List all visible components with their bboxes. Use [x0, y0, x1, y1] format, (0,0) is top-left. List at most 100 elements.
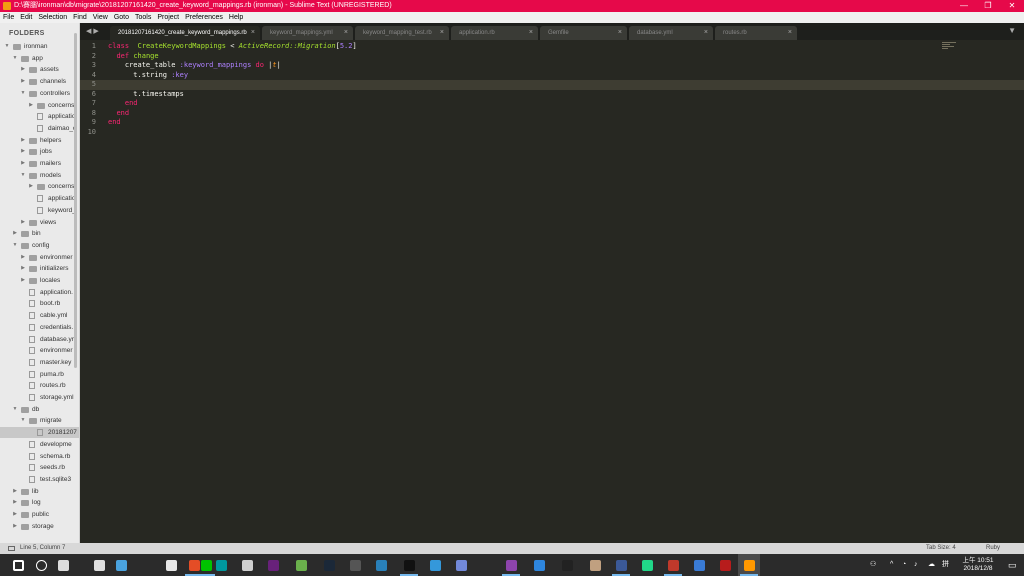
rider-icon[interactable]	[662, 554, 684, 576]
tab-close-icon[interactable]: ×	[618, 26, 622, 40]
file-item[interactable]: developme	[0, 439, 79, 450]
people-icon[interactable]: ⚇	[870, 554, 876, 576]
tab-close-icon[interactable]: ×	[529, 26, 533, 40]
search-icon[interactable]	[30, 554, 52, 576]
menu-preferences[interactable]: Preferences	[182, 12, 226, 23]
menu-help[interactable]: Help	[226, 12, 246, 23]
tab-close-icon[interactable]: ×	[788, 26, 792, 40]
sidebar-scrollbar[interactable]	[74, 33, 77, 368]
file-item[interactable]: boot.rb	[0, 298, 79, 309]
expanded-arrow-icon[interactable]: ▼	[20, 170, 26, 181]
folder-item[interactable]: ▶ concerns	[0, 100, 79, 111]
pycharm-icon[interactable]	[636, 554, 658, 576]
file-item[interactable]: cable.yml	[0, 310, 79, 321]
folder-item[interactable]: ▼ models	[0, 170, 79, 181]
network-icon[interactable]: ◔	[902, 554, 906, 576]
tab-nav-arrows[interactable]: ◀ ▶	[80, 23, 110, 40]
folder-item[interactable]: ▶ locales	[0, 275, 79, 286]
collapsed-arrow-icon[interactable]: ▶	[20, 64, 26, 75]
app-blue-icon[interactable]	[528, 554, 550, 576]
folder-item[interactable]: ▶ initializers	[0, 263, 79, 274]
file-item[interactable]: credentials.	[0, 322, 79, 333]
menu-tools[interactable]: Tools	[132, 12, 154, 23]
folder-item[interactable]: ▼ config	[0, 240, 79, 251]
task-view-icon[interactable]	[52, 554, 74, 576]
folder-item[interactable]: ▼ controllers	[0, 88, 79, 99]
code-line[interactable]: create_table :keyword_mappings do |t|	[108, 61, 281, 71]
folder-item[interactable]: ▼ app	[0, 53, 79, 64]
file-item[interactable]: applicatio	[0, 111, 79, 122]
code-line[interactable]: t.string :key	[108, 71, 188, 81]
folder-item[interactable]: ▶ channels	[0, 76, 79, 87]
folder-item[interactable]: ▶ log	[0, 497, 79, 508]
filezilla-icon[interactable]	[714, 554, 736, 576]
chrome-icon[interactable]	[160, 554, 182, 576]
minimap[interactable]	[942, 42, 958, 50]
discord-icon[interactable]	[450, 554, 472, 576]
collapsed-arrow-icon[interactable]: ▶	[12, 497, 18, 508]
code-line[interactable]: end	[108, 99, 138, 109]
terminal-icon[interactable]	[398, 554, 420, 576]
code-editor[interactable]: 1 2 3 4 5 6 7 8 9 10 class CreateKeywordMappings <…	[80, 40, 1024, 543]
image-viewer-icon[interactable]	[236, 554, 258, 576]
ime-indicator[interactable]: 拼	[942, 554, 949, 576]
mail-icon[interactable]	[370, 554, 392, 576]
file-item[interactable]: seeds.rb	[0, 462, 79, 473]
windows-start-icon[interactable]	[7, 554, 29, 576]
expanded-arrow-icon[interactable]: ▼	[12, 53, 18, 64]
translate-icon[interactable]	[688, 554, 710, 576]
tab-2[interactable]: keyword_mapping_test.rb ×	[355, 26, 449, 40]
collapsed-arrow-icon[interactable]: ▶	[12, 228, 18, 239]
visual-studio-purple-icon[interactable]	[500, 554, 522, 576]
folder-item[interactable]: ▼ db	[0, 404, 79, 415]
collapsed-arrow-icon[interactable]: ▶	[20, 135, 26, 146]
tab-list-menu-icon[interactable]: ▼	[1008, 26, 1016, 35]
code-line[interactable]: def change	[108, 52, 158, 62]
tab-close-icon[interactable]: ×	[704, 26, 708, 40]
expanded-arrow-icon[interactable]: ▼	[12, 404, 18, 415]
folder-item[interactable]: ▶ storage	[0, 521, 79, 532]
code-line[interactable]: t.timestamps	[108, 90, 184, 100]
tab-close-icon[interactable]: ×	[440, 26, 444, 40]
tray-overflow-icon[interactable]: ^	[890, 554, 893, 576]
collapsed-arrow-icon[interactable]: ▶	[28, 100, 34, 111]
collapsed-arrow-icon[interactable]: ▶	[12, 509, 18, 520]
file-item[interactable]: schema.rb	[0, 451, 79, 462]
sublime-text-icon[interactable]	[738, 554, 760, 576]
collapsed-arrow-icon[interactable]: ▶	[20, 263, 26, 274]
collapsed-arrow-icon[interactable]: ▶	[20, 252, 26, 263]
collapsed-arrow-icon[interactable]: ▶	[20, 275, 26, 286]
file-item[interactable]: environmer	[0, 345, 79, 356]
menu-selection[interactable]: Selection	[35, 12, 70, 23]
file-item[interactable]: puma.rb	[0, 369, 79, 380]
folder-item[interactable]: ▶ environmer	[0, 252, 79, 263]
files-icon[interactable]	[110, 554, 132, 576]
tab-close-icon[interactable]: ×	[251, 26, 255, 40]
collapsed-arrow-icon[interactable]: ▶	[20, 146, 26, 157]
tab-1[interactable]: keyword_mappings.yml ×	[262, 26, 353, 40]
folder-item[interactable]: ▶ lib	[0, 486, 79, 497]
file-item[interactable]: application.	[0, 287, 79, 298]
panel-toggle-icon[interactable]	[8, 546, 15, 551]
tab-3[interactable]: application.rb ×	[451, 26, 538, 40]
cloud-icon[interactable]: ☁	[928, 554, 935, 576]
photos-icon[interactable]	[584, 554, 606, 576]
collapsed-arrow-icon[interactable]: ▶	[12, 521, 18, 532]
expanded-arrow-icon[interactable]: ▼	[20, 415, 26, 426]
code-line[interactable]: end	[108, 118, 121, 128]
expanded-arrow-icon[interactable]: ▼	[20, 88, 26, 99]
system-clock[interactable]: 上午 10:51 2018/12/8	[958, 557, 998, 573]
file-item[interactable]: daimao_c	[0, 123, 79, 134]
collapsed-arrow-icon[interactable]: ▶	[20, 158, 26, 169]
folder-item[interactable]: ▶ concerns	[0, 181, 79, 192]
code-line[interactable]: end	[108, 109, 129, 119]
security-icon[interactable]	[344, 554, 366, 576]
sublime-pinned-icon[interactable]	[88, 554, 110, 576]
menu-find[interactable]: Find	[70, 12, 90, 23]
folder-item[interactable]: ▶ public	[0, 509, 79, 520]
arduino-icon[interactable]	[210, 554, 232, 576]
tab-4[interactable]: Gemfile ×	[540, 26, 627, 40]
menu-project[interactable]: Project	[154, 12, 182, 23]
expanded-arrow-icon[interactable]: ▼	[4, 41, 10, 52]
file-item[interactable]: routes.rb	[0, 380, 79, 391]
